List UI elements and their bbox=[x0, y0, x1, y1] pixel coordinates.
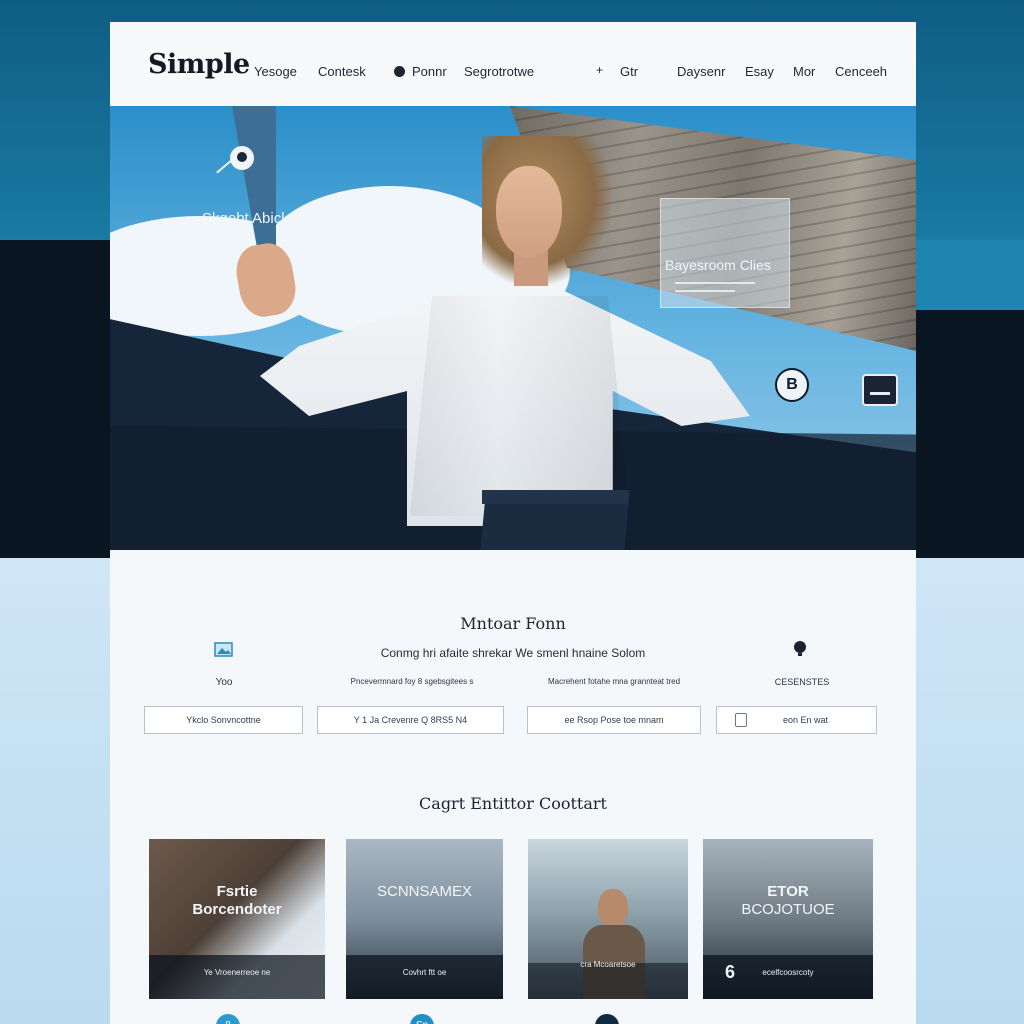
card-caption: ecelfcoosrcoty bbox=[762, 968, 814, 977]
pin-dot bbox=[237, 152, 247, 162]
form-field-4-text: eon En wat bbox=[782, 715, 829, 725]
content-card-2[interactable]: SCNNSAMEX Covhrt ftt oe bbox=[346, 839, 503, 999]
nav-item-2[interactable]: Contesk bbox=[318, 64, 366, 79]
nav-item-3[interactable]: Ponnr bbox=[412, 64, 447, 79]
plus-icon: + bbox=[596, 63, 604, 77]
form-label-1: Yoo bbox=[215, 677, 233, 688]
content-card-1[interactable]: Fsrtie Borcendoter Ye Vroenerreoe ne bbox=[149, 839, 325, 999]
form-field-4[interactable]: eon En wat bbox=[716, 706, 877, 734]
form-field-2[interactable]: Y 1 Ja Crevenre Q 8RS5 N4 bbox=[317, 706, 504, 734]
card-caption: Ye Vroenerreoe ne bbox=[203, 968, 271, 977]
card-caption-bar bbox=[346, 955, 503, 999]
card-text-line bbox=[675, 282, 755, 284]
card-caption: cra Mcoaretsoe bbox=[580, 960, 636, 969]
hero-card-title: Bayesroom Clies bbox=[665, 257, 771, 273]
content-title: Cagrt Entittor Coottart bbox=[419, 794, 607, 813]
hero-banner: Bayesroom Clies Skgobt Abicle B bbox=[110, 106, 916, 550]
card-title-line2: BCOJOTUOE bbox=[741, 901, 835, 918]
carousel-dot-2[interactable]: Sp bbox=[410, 1014, 434, 1024]
nav-item-contact[interactable]: Cenceeh bbox=[835, 64, 887, 79]
card-text-line bbox=[675, 290, 735, 292]
carousel-dot-1[interactable]: 8 bbox=[216, 1014, 240, 1024]
content-card-4[interactable]: ETOR BCOJOTUOE 6 ecelfcoosrcoty bbox=[703, 839, 873, 999]
image-icon bbox=[214, 642, 233, 657]
nav-item-7[interactable]: Esay bbox=[745, 64, 774, 79]
hero-label: Skgobt Abicle bbox=[202, 210, 293, 227]
b-badge-icon[interactable]: B bbox=[775, 368, 809, 402]
carousel-dot-3[interactable] bbox=[595, 1014, 619, 1024]
card-caption: Covhrt ftt oe bbox=[402, 968, 447, 977]
nav-item-4[interactable]: Segrotrotwe bbox=[464, 64, 534, 79]
blouse-shade bbox=[410, 296, 630, 516]
content-section: Mntoar Fonn Conmg hri afaite shrekar We … bbox=[110, 550, 916, 1024]
form-label-4: CESENSTES bbox=[774, 677, 830, 687]
form-label-3: Macrehent fotahe mna grannteat tred bbox=[547, 677, 681, 686]
form-label-2: Pncevermnard foy 8 sgebsgitees s bbox=[350, 677, 474, 686]
card-title: ETOR bbox=[767, 883, 809, 900]
content-card-3[interactable]: cra Mcoaretsoe bbox=[528, 839, 688, 999]
model-face bbox=[496, 166, 562, 258]
form-title: Mntoar Fonn bbox=[460, 614, 566, 633]
card-caption-bar bbox=[149, 955, 325, 999]
clipboard-icon bbox=[735, 713, 747, 727]
site-logo[interactable]: Simple bbox=[148, 49, 250, 80]
card-title: SCNNSAMEX bbox=[376, 883, 473, 900]
nav-item-1[interactable]: Yesoge bbox=[254, 64, 297, 79]
edit-icon[interactable] bbox=[862, 374, 898, 406]
check-circle-icon[interactable] bbox=[328, 202, 358, 232]
website-mockup: Simple Yesoge Contesk Ponnr Segrotrotwe … bbox=[110, 22, 916, 1024]
nav-item-5[interactable]: Gtr bbox=[620, 64, 638, 79]
model-belt bbox=[482, 490, 628, 504]
form-field-1[interactable]: Ykclo Sonvncottne bbox=[144, 706, 303, 734]
nav-item-8[interactable]: Mor bbox=[793, 64, 815, 79]
nav-item-6[interactable]: Daysenr bbox=[677, 64, 725, 79]
card-title: Fsrtie bbox=[216, 883, 258, 900]
card-title-line2: Borcendoter bbox=[192, 901, 282, 918]
portrait-face bbox=[598, 889, 628, 927]
lightbulb-icon bbox=[794, 641, 806, 656]
edit-icon-line bbox=[870, 392, 890, 395]
user-icon bbox=[394, 66, 405, 77]
form-field-3[interactable]: ee Rsop Pose toe mnam bbox=[527, 706, 701, 734]
background-accent bbox=[916, 240, 1024, 310]
site-header: Simple Yesoge Contesk Ponnr Segrotrotwe … bbox=[110, 22, 916, 106]
